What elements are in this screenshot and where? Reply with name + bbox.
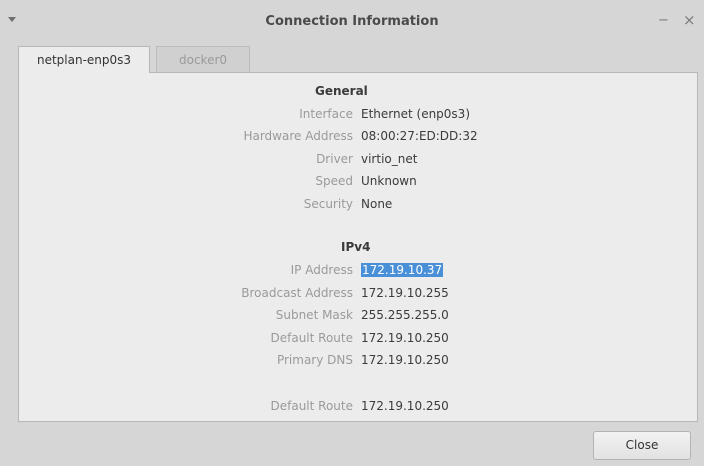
minimize-icon[interactable]: −	[658, 13, 669, 28]
tab-panel: General Interface Ethernet (enp0s3) Hard…	[18, 72, 698, 422]
hardware-address-label: Hardware Address	[243, 129, 353, 143]
default-route-value[interactable]: 172.19.10.250	[361, 331, 449, 345]
driver-label: Driver	[316, 152, 353, 166]
subnet-mask-value[interactable]: 255.255.255.0	[361, 308, 449, 322]
interface-value[interactable]: Ethernet (enp0s3)	[361, 107, 470, 121]
ipv4-section-title: IPv4	[341, 240, 371, 254]
ip-address-selection[interactable]: 172.19.10.37	[361, 263, 444, 277]
broadcast-address-label: Broadcast Address	[241, 286, 353, 300]
hardware-address-value[interactable]: 08:00:27:ED:DD:32	[361, 129, 478, 143]
driver-value[interactable]: virtio_net	[361, 152, 417, 166]
primary-dns-value[interactable]: 172.19.10.250	[361, 353, 449, 367]
primary-dns-label: Primary DNS	[276, 353, 353, 367]
window-title: Connection Information	[265, 14, 439, 29]
connection-info-window: Connection Information − × netplan-enp0s…	[0, 0, 704, 466]
subnet-mask-label: Subnet Mask	[275, 308, 353, 322]
close-button[interactable]: Close	[593, 431, 691, 460]
speed-value[interactable]: Unknown	[361, 174, 417, 188]
title-bar: Connection Information − ×	[0, 0, 704, 44]
security-value[interactable]: None	[361, 197, 392, 211]
default-route-label: Default Route	[270, 331, 354, 345]
ip-address-label: IP Address	[290, 263, 353, 277]
default-route-value-2[interactable]: 172.19.10.250	[361, 399, 449, 413]
tab-netplan-enp0s3[interactable]: netplan-enp0s3	[18, 46, 150, 73]
tab-docker0[interactable]: docker0	[156, 46, 250, 72]
security-label: Security	[303, 197, 353, 211]
general-section-title: General	[315, 84, 368, 98]
interface-label: Interface	[299, 107, 353, 121]
broadcast-address-value[interactable]: 172.19.10.255	[361, 286, 449, 300]
speed-label: Speed	[315, 174, 353, 188]
default-route-label-2: Default Route	[270, 399, 354, 413]
close-icon[interactable]: ×	[683, 11, 696, 29]
ip-address-value[interactable]: 172.19.10.37	[361, 263, 444, 277]
